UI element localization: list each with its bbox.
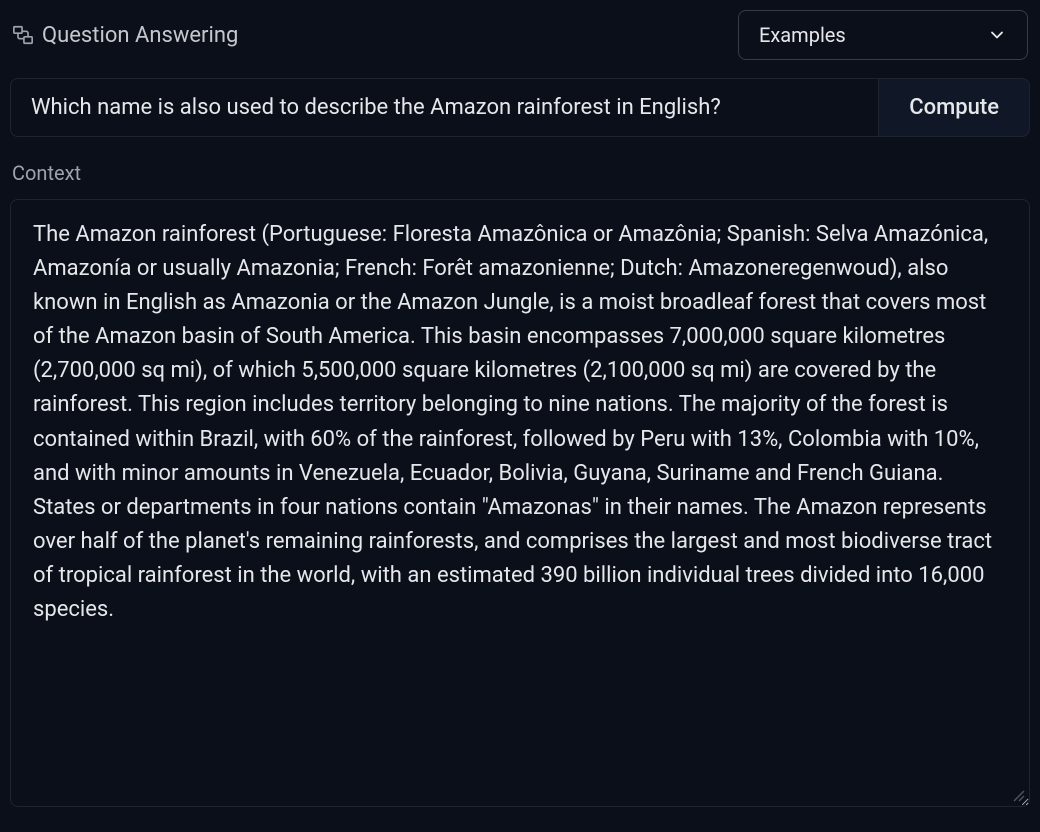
examples-dropdown[interactable]: Examples bbox=[738, 10, 1028, 60]
examples-dropdown-label: Examples bbox=[759, 23, 846, 47]
title-group: Question Answering bbox=[12, 23, 238, 48]
resize-handle-icon[interactable] bbox=[1011, 788, 1025, 802]
context-label: Context bbox=[10, 161, 1030, 185]
context-text: The Amazon rainforest (Portuguese: Flore… bbox=[33, 222, 992, 622]
compute-button[interactable]: Compute bbox=[878, 78, 1030, 137]
input-row: Compute bbox=[10, 78, 1030, 137]
question-input[interactable] bbox=[10, 78, 878, 137]
question-answering-icon bbox=[12, 24, 34, 46]
page-title: Question Answering bbox=[42, 23, 238, 48]
context-textarea[interactable]: The Amazon rainforest (Portuguese: Flore… bbox=[10, 199, 1030, 807]
chevron-down-icon bbox=[987, 25, 1007, 45]
header-row: Question Answering Examples bbox=[10, 10, 1030, 60]
